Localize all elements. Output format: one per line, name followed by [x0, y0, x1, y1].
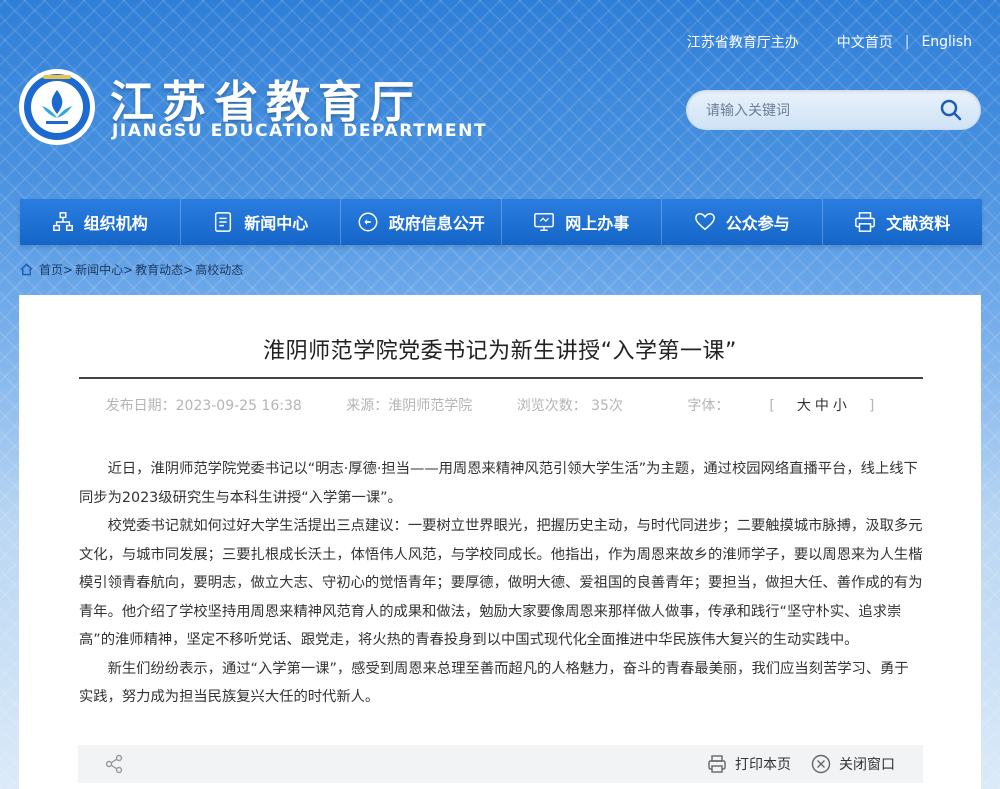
- site-logo-icon[interactable]: [18, 68, 96, 146]
- paragraph: 新生们纷纷表示，通过“入学第一课”，感受到周恩来总理至善而超凡的人格魅力，奋斗的…: [79, 660, 909, 706]
- article-actions: 打印本页 关闭窗口: [707, 754, 895, 774]
- top-links: 江苏省教育厅主办 中文首页 | English: [687, 32, 972, 52]
- font-size-label: 字体：: [687, 398, 730, 414]
- nav-item-news[interactable]: 新闻中心: [181, 199, 341, 245]
- title-divider: [79, 377, 923, 379]
- search-icon[interactable]: [939, 98, 963, 122]
- search-box: [686, 90, 981, 130]
- font-bracket-close: ]: [868, 398, 875, 414]
- nav-label: 组织机构: [83, 214, 148, 233]
- font-size-medium[interactable]: 中: [813, 398, 831, 414]
- paragraph: 校党委书记就如何过好大学生活提出三点建议：一要树立世界眼光，把握历史主动，与时代…: [79, 518, 923, 648]
- english-link[interactable]: English: [921, 34, 972, 50]
- host-link[interactable]: 江苏省教育厅主办: [687, 32, 799, 52]
- article-meta: 发布日期：2023-09-25 16:38 来源：淮阴师范学院 浏览次数： 35…: [19, 395, 981, 415]
- article-panel: 淮阴师范学院党委书记为新生讲授“入学第一课” 发布日期：2023-09-25 1…: [19, 295, 981, 789]
- breadcrumb-news[interactable]: 新闻中心>: [75, 261, 133, 278]
- close-window-button[interactable]: 关闭窗口: [811, 754, 895, 774]
- nav-item-gov-info[interactable]: 政府信息公开: [341, 199, 502, 245]
- nav-label: 公众参与: [725, 214, 790, 233]
- article-title: 淮阴师范学院党委书记为新生讲授“入学第一课”: [263, 339, 737, 364]
- monitor-icon: [534, 213, 555, 231]
- nav-label: 网上办事: [565, 214, 630, 233]
- font-size-large[interactable]: 大: [795, 398, 813, 414]
- view-count: 浏览次数： 35次: [516, 398, 623, 414]
- link-divider: |: [904, 34, 910, 50]
- breadcrumb-home[interactable]: 首页>: [39, 261, 73, 278]
- nav-item-organization[interactable]: 组织机构: [20, 199, 181, 245]
- breadcrumb: 首页> 新闻中心> 教育动态> 高校动态: [20, 261, 243, 278]
- font-size-small[interactable]: 小: [831, 398, 849, 414]
- print-label: 打印本页: [735, 757, 791, 773]
- site-subtitle: JIANGSU EDUCATION DEPARTMENT: [112, 121, 488, 141]
- nav-item-documents[interactable]: 文献资料: [823, 199, 983, 245]
- print-button[interactable]: 打印本页: [707, 754, 791, 774]
- nav-label: 文献资料: [886, 214, 951, 233]
- main-nav: 组织机构 新闻中心 政府信息公开 网上办事 公众参与 文献资料: [20, 199, 982, 245]
- close-icon: [811, 754, 831, 774]
- heart-icon: [694, 213, 715, 231]
- search-input[interactable]: [704, 99, 928, 123]
- font-bracket-open: [: [769, 398, 775, 414]
- home-icon: [20, 263, 33, 276]
- document-icon: [215, 212, 232, 232]
- printer-icon: [855, 212, 876, 232]
- nav-label: 政府信息公开: [388, 214, 485, 233]
- close-label: 关闭窗口: [839, 757, 895, 773]
- breadcrumb-university-news[interactable]: 高校动态: [195, 261, 243, 278]
- font-size-control: 字体： [ 大中小]: [667, 398, 894, 414]
- printer-icon: [708, 755, 726, 773]
- paragraph: 近日，淮阴师范学院党委书记以“明志·厚德·担当——用周恩来精神风范引领大学生活”…: [79, 461, 918, 506]
- nav-item-public-participation[interactable]: 公众参与: [662, 199, 823, 245]
- article-body: 近日，淮阴师范学院党委书记以“明志·厚德·担当——用周恩来精神风范引领大学生活”…: [79, 455, 923, 712]
- chat-icon: [358, 212, 378, 232]
- breadcrumb-education-news[interactable]: 教育动态>: [135, 261, 193, 278]
- nav-item-online-service[interactable]: 网上办事: [502, 199, 662, 245]
- nav-label: 新闻中心: [244, 214, 309, 233]
- article-toolbar: 打印本页 关闭窗口: [78, 745, 923, 783]
- share-icon[interactable]: [104, 754, 124, 774]
- article-source: 来源：淮阴师范学院: [346, 398, 473, 414]
- org-chart-icon: [52, 212, 73, 231]
- publish-date: 发布日期：2023-09-25 16:38: [105, 398, 302, 414]
- chinese-home-link[interactable]: 中文首页: [837, 32, 893, 52]
